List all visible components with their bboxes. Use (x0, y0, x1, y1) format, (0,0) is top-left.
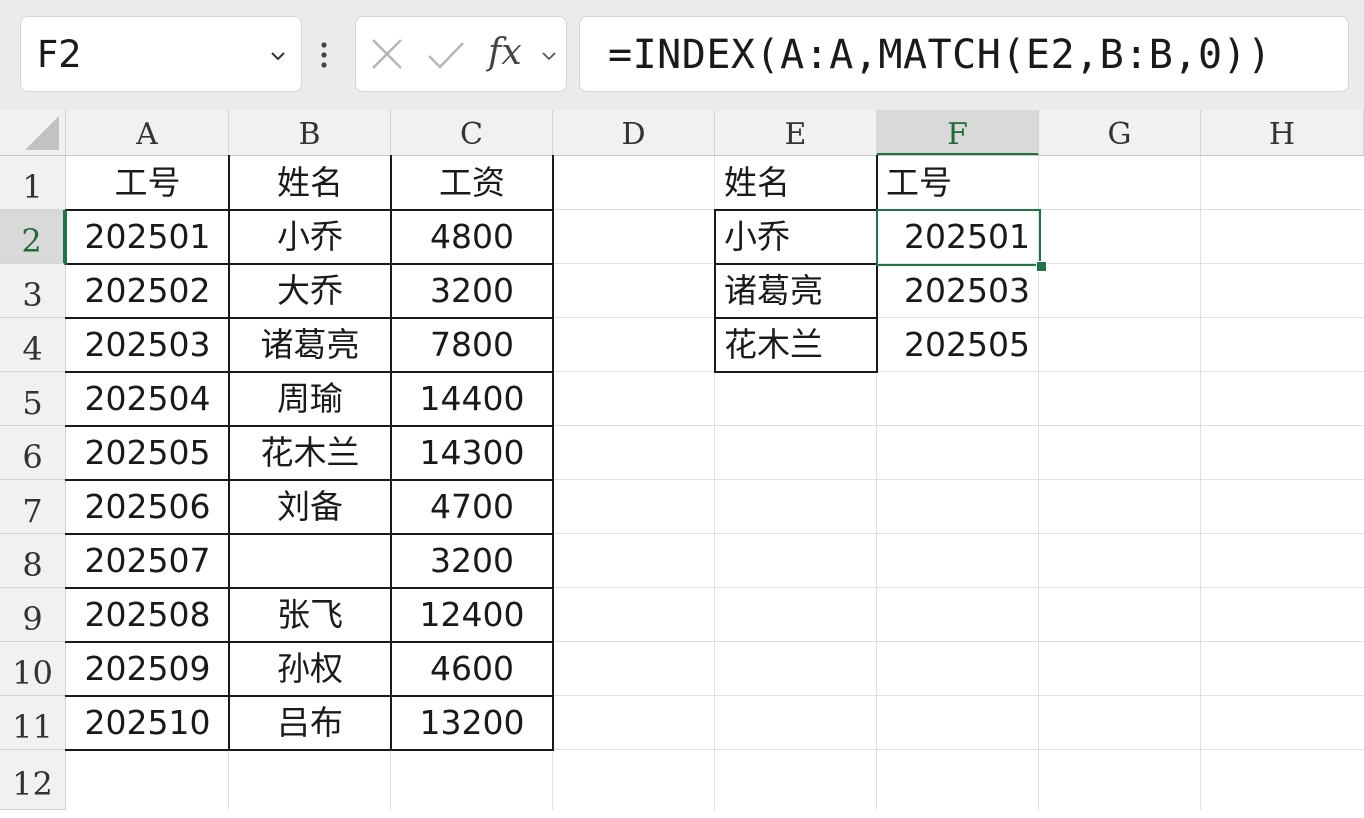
cell-a6[interactable]: 202505 (66, 426, 229, 480)
select-all-icon (25, 116, 59, 150)
cell-e3[interactable]: 诸葛亮 (715, 264, 877, 318)
row-selection-mark (64, 210, 67, 265)
table-border-h (65, 695, 554, 697)
table-border-h (65, 533, 554, 535)
cell-a5[interactable]: 202504 (66, 372, 229, 426)
table-border-h (714, 263, 878, 265)
cell-c9[interactable]: 12400 (391, 588, 553, 642)
column-header-g[interactable]: G (1039, 110, 1201, 156)
cell-b8[interactable] (229, 534, 391, 588)
cell-a8[interactable]: 202507 (66, 534, 229, 588)
row-header-10[interactable]: 10 (0, 642, 66, 696)
column-header-e[interactable]: E (715, 110, 877, 156)
table-border-h (65, 587, 554, 589)
cell-f1[interactable]: 工号 (877, 156, 1039, 210)
name-box-value: F2 (37, 33, 82, 76)
cell-b11[interactable]: 吕布 (229, 696, 391, 750)
grid-vline (1200, 156, 1201, 810)
table-border-h (714, 317, 878, 319)
row-header-12[interactable]: 12 (0, 750, 66, 810)
row-header-1[interactable]: 1 (0, 156, 66, 210)
fill-handle[interactable] (1036, 261, 1047, 272)
formula-toolbar: F2 fx =INDEX(A:A,MATCH(E2,B:B,0)) (0, 0, 1364, 110)
table-border-h (65, 317, 554, 319)
chevron-down-icon[interactable] (269, 47, 287, 65)
cell-a3[interactable]: 202502 (66, 264, 229, 318)
formula-text: =INDEX(A:A,MATCH(E2,B:B,0)) (608, 32, 1272, 78)
cell-b10[interactable]: 孙权 (229, 642, 391, 696)
cell-b5[interactable]: 周瑜 (229, 372, 391, 426)
cell-a2[interactable]: 202501 (66, 210, 229, 264)
cell-c2[interactable]: 4800 (391, 210, 553, 264)
cell-b3[interactable]: 大乔 (229, 264, 391, 318)
cancel-icon[interactable] (370, 37, 404, 71)
check-icon[interactable] (426, 39, 466, 71)
formula-input[interactable]: =INDEX(A:A,MATCH(E2,B:B,0)) (579, 16, 1349, 92)
active-cell-highlight[interactable] (876, 209, 1041, 266)
row-header-6[interactable]: 6 (0, 426, 66, 480)
cell-b4[interactable]: 诸葛亮 (229, 318, 391, 372)
cell-a1[interactable]: 工号 (66, 156, 229, 210)
cell-a11[interactable]: 202510 (66, 696, 229, 750)
cell-b6[interactable]: 花木兰 (229, 426, 391, 480)
column-header-c[interactable]: C (391, 110, 553, 156)
column-header-b[interactable]: B (229, 110, 391, 156)
row-header-9[interactable]: 9 (0, 588, 66, 642)
cell-b7[interactable]: 刘备 (229, 480, 391, 534)
column-header-a[interactable]: A (66, 110, 229, 156)
name-box[interactable]: F2 (20, 16, 302, 92)
table-border-h (65, 479, 554, 481)
table-border-h (65, 641, 554, 643)
cell-c3[interactable]: 3200 (391, 264, 553, 318)
table-border-h (65, 209, 554, 211)
table-border-h (65, 371, 554, 373)
row-header-2[interactable]: 2 (0, 210, 66, 264)
cell-a9[interactable]: 202508 (66, 588, 229, 642)
table-border-h (65, 425, 554, 427)
select-all-corner[interactable] (0, 110, 66, 156)
more-vertical-icon[interactable] (318, 38, 330, 72)
cell-c8[interactable]: 3200 (391, 534, 553, 588)
cell-c4[interactable]: 7800 (391, 318, 553, 372)
cell-b1[interactable]: 姓名 (229, 156, 391, 210)
table-border-v (228, 155, 230, 751)
row-header-11[interactable]: 11 (0, 696, 66, 750)
cell-b2[interactable]: 小乔 (229, 210, 391, 264)
row-header-7[interactable]: 7 (0, 480, 66, 534)
row-header-5[interactable]: 5 (0, 372, 66, 426)
table-border-h (714, 209, 878, 211)
cell-e1[interactable]: 姓名 (715, 156, 877, 210)
column-header-d[interactable]: D (553, 110, 715, 156)
cell-a7[interactable]: 202506 (66, 480, 229, 534)
cell-e4[interactable]: 花木兰 (715, 318, 877, 372)
cell-e2[interactable]: 小乔 (715, 210, 877, 264)
cell-c7[interactable]: 4700 (391, 480, 553, 534)
cell-c11[interactable]: 13200 (391, 696, 553, 750)
cell-b9[interactable]: 张飞 (229, 588, 391, 642)
table-border-h (65, 749, 554, 751)
cell-f4[interactable]: 202505 (877, 318, 1039, 372)
cell-f3[interactable]: 202503 (877, 264, 1039, 318)
table-border-h (714, 371, 878, 373)
cell-a4[interactable]: 202503 (66, 318, 229, 372)
column-header-f[interactable]: F (877, 110, 1039, 156)
row-header-3[interactable]: 3 (0, 264, 66, 318)
formula-actions: fx (355, 16, 567, 92)
chevron-down-icon[interactable] (540, 47, 558, 65)
table-border-v (714, 209, 716, 373)
cell-c10[interactable]: 4600 (391, 642, 553, 696)
cell-a10[interactable]: 202509 (66, 642, 229, 696)
column-header-h[interactable]: H (1201, 110, 1364, 156)
row-header-4[interactable]: 4 (0, 318, 66, 372)
row-header-8[interactable]: 8 (0, 534, 66, 588)
cell-c1[interactable]: 工资 (391, 156, 553, 210)
insert-function-icon[interactable]: fx (488, 31, 522, 75)
table-border-h (65, 263, 554, 265)
cell-c5[interactable]: 14400 (391, 372, 553, 426)
cell-c6[interactable]: 14300 (391, 426, 553, 480)
table-border-v (552, 155, 554, 751)
table-border-v (390, 155, 392, 751)
